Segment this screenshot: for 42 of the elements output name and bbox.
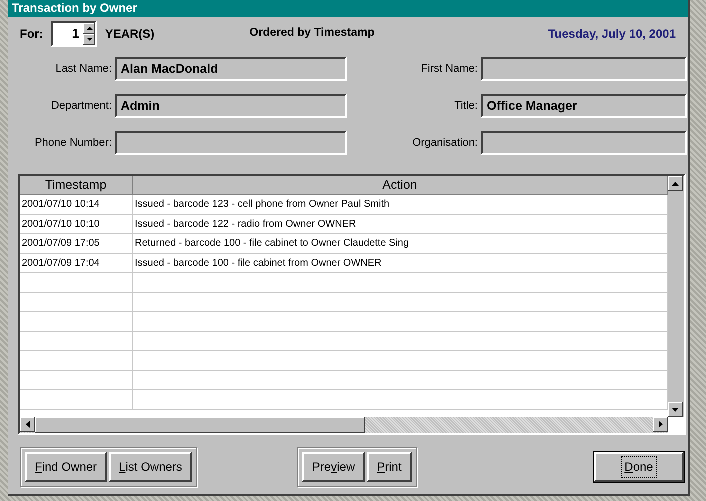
action-button[interactable]: Done [594,452,684,482]
action-button[interactable]: Print [367,452,412,482]
scroll-thumb[interactable] [35,417,365,433]
text-field[interactable]: Office Manager [481,94,687,118]
triangle-up-icon [86,26,93,30]
text-field[interactable]: Admin [115,94,347,118]
action-button[interactable]: List Owners [109,452,192,482]
field-label: Last Name: [54,62,112,77]
period-unit: YEAR(S) [105,26,155,42]
period-label: For: [20,26,44,42]
triangle-up-icon [672,182,679,186]
field-label: Phone Number: [34,136,112,151]
field-label: Department: [50,98,112,114]
field-label: Organisation: [412,136,478,151]
column-header: Timestamp [20,176,133,195]
text-field[interactable] [115,131,347,155]
table-cell: 2001/07/09 17:04 [20,254,133,272]
scroll-left-button[interactable] [20,417,35,432]
scroll-down-button[interactable] [668,402,683,417]
date-text: Tuesday, July 10, 2001 [548,26,676,42]
period-spinner[interactable]: 1 [51,20,98,46]
text-field[interactable] [481,131,687,155]
spin-up-button[interactable] [83,22,96,34]
scroll-up-button[interactable] [668,176,683,191]
text-field[interactable]: Alan MacDonald [115,57,347,81]
triangle-right-icon [658,421,662,428]
text-field[interactable] [481,57,687,81]
action-button[interactable]: Find Owner [25,452,108,482]
scroll-right-button[interactable] [653,417,668,432]
table-cell: 2001/07/10 10:14 [20,195,133,214]
order-caption: Ordered by Timestamp [250,26,375,41]
table-cell: 2001/07/09 17:05 [20,234,133,252]
field-label: First Name: [420,62,478,77]
column-header: Action [133,176,668,195]
triangle-left-icon [26,421,30,428]
triangle-down-icon [672,408,679,412]
table-cell: 2001/07/10 10:10 [20,214,133,233]
field-label: Title: [454,98,478,114]
spin-down-button[interactable] [83,34,96,44]
triangle-down-icon [86,36,93,42]
action-button[interactable]: Preview [302,452,366,482]
window-title: Transaction by Owner [8,0,688,17]
